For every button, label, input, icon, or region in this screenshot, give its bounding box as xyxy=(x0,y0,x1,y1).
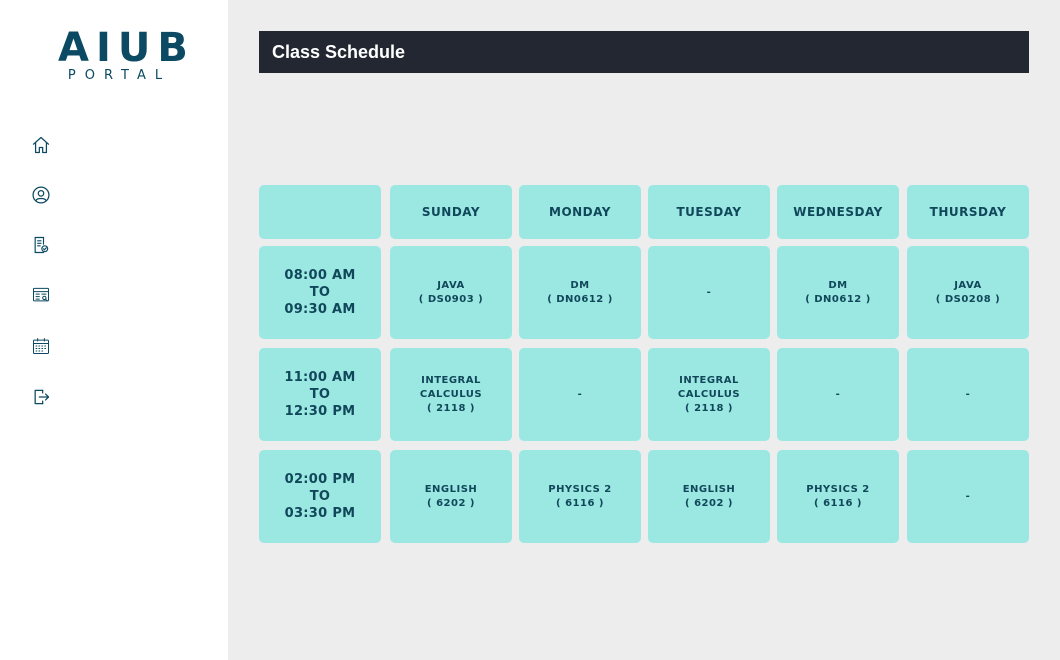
profile-icon xyxy=(32,186,50,204)
time-slot: 08:00 AM TO 09:30 AM xyxy=(259,246,381,339)
class-cell: JAVA ( DS0208 ) xyxy=(907,246,1029,339)
registration-icon xyxy=(34,236,49,254)
class-cell-text: - xyxy=(706,286,712,298)
day-header: TUESDAY xyxy=(648,185,770,239)
class-cell-text: ENGLISH ( 6202 ) xyxy=(682,483,736,509)
class-cell-text: JAVA ( DS0903 ) xyxy=(418,279,484,305)
calendar-icon xyxy=(33,338,49,354)
home-icon xyxy=(32,136,50,154)
class-cell: - xyxy=(777,348,899,441)
nav-item-logout[interactable] xyxy=(28,384,54,410)
class-cell: INTEGRAL CALCULUS ( 2118 ) xyxy=(648,348,770,441)
day-header: WEDNESDAY xyxy=(777,185,899,239)
class-cell: - xyxy=(907,348,1029,441)
day-header-text: TUESDAY xyxy=(676,205,742,219)
nav-item-calendar[interactable] xyxy=(28,333,54,359)
class-cell-text: JAVA ( DS0208 ) xyxy=(935,279,1001,305)
class-cell-text: - xyxy=(577,388,583,400)
day-header: THURSDAY xyxy=(907,185,1029,239)
day-header-text: WEDNESDAY xyxy=(793,205,883,219)
class-cell: ENGLISH ( 6202 ) xyxy=(390,450,512,543)
logo-sub-text: PORTAL xyxy=(67,68,172,83)
class-cell-text: - xyxy=(835,388,841,400)
time-slot: 11:00 AM TO 12:30 PM xyxy=(259,348,381,441)
nav-item-home[interactable] xyxy=(28,132,54,158)
class-cell-text: ENGLISH ( 6202 ) xyxy=(424,483,478,509)
class-cell: INTEGRAL CALCULUS ( 2118 ) xyxy=(390,348,512,441)
class-cell: - xyxy=(648,246,770,339)
day-header-text: MONDAY xyxy=(549,205,611,219)
day-header-text: SUNDAY xyxy=(421,205,481,219)
class-cell: DM ( DN0612 ) xyxy=(519,246,641,339)
class-cell-text: - xyxy=(965,388,971,400)
aiub-logo[interactable]: AIUB PORTAL xyxy=(54,25,195,83)
class-cell: DM ( DN0612 ) xyxy=(777,246,899,339)
class-cell: PHYSICS 2 ( 6116 ) xyxy=(519,450,641,543)
class-cell-text: DM ( DN0612 ) xyxy=(547,279,613,305)
class-cell-text: - xyxy=(965,490,971,502)
class-cell: - xyxy=(907,450,1029,543)
class-cell-text: INTEGRAL CALCULUS ( 2118 ) xyxy=(419,374,483,414)
day-header: MONDAY xyxy=(519,185,641,239)
page-header: Class Schedule xyxy=(259,31,1029,73)
day-header: SUNDAY xyxy=(390,185,512,239)
sidebar: AIUB PORTAL xyxy=(0,0,228,660)
class-cell: ENGLISH ( 6202 ) xyxy=(648,450,770,543)
time-slot-text: 02:00 PM TO 03:30 PM xyxy=(284,472,356,521)
logo-main-text: AIUB xyxy=(58,25,195,71)
grade-report-icon xyxy=(33,287,49,302)
nav-item-profile[interactable] xyxy=(28,182,54,208)
logout-icon xyxy=(34,389,50,405)
class-cell-text: DM ( DN0612 ) xyxy=(805,279,871,305)
class-cell-text: PHYSICS 2 ( 6116 ) xyxy=(548,483,612,509)
nav-item-registration[interactable] xyxy=(28,232,54,258)
time-slot: 02:00 PM TO 03:30 PM xyxy=(259,450,381,543)
corner-cell xyxy=(259,185,381,239)
class-cell-text: PHYSICS 2 ( 6116 ) xyxy=(806,483,870,509)
time-slot-text: 08:00 AM TO 09:30 AM xyxy=(284,268,356,317)
class-cell: JAVA ( DS0903 ) xyxy=(390,246,512,339)
time-slot-text: 11:00 AM TO 12:30 PM xyxy=(284,370,356,419)
class-cell: PHYSICS 2 ( 6116 ) xyxy=(777,450,899,543)
day-header-text: THURSDAY xyxy=(929,205,1007,219)
class-cell-text: INTEGRAL CALCULUS ( 2118 ) xyxy=(677,374,741,414)
nav-item-grade-report[interactable] xyxy=(28,282,54,308)
class-cell: - xyxy=(519,348,641,441)
page-title: Class Schedule xyxy=(272,42,406,62)
